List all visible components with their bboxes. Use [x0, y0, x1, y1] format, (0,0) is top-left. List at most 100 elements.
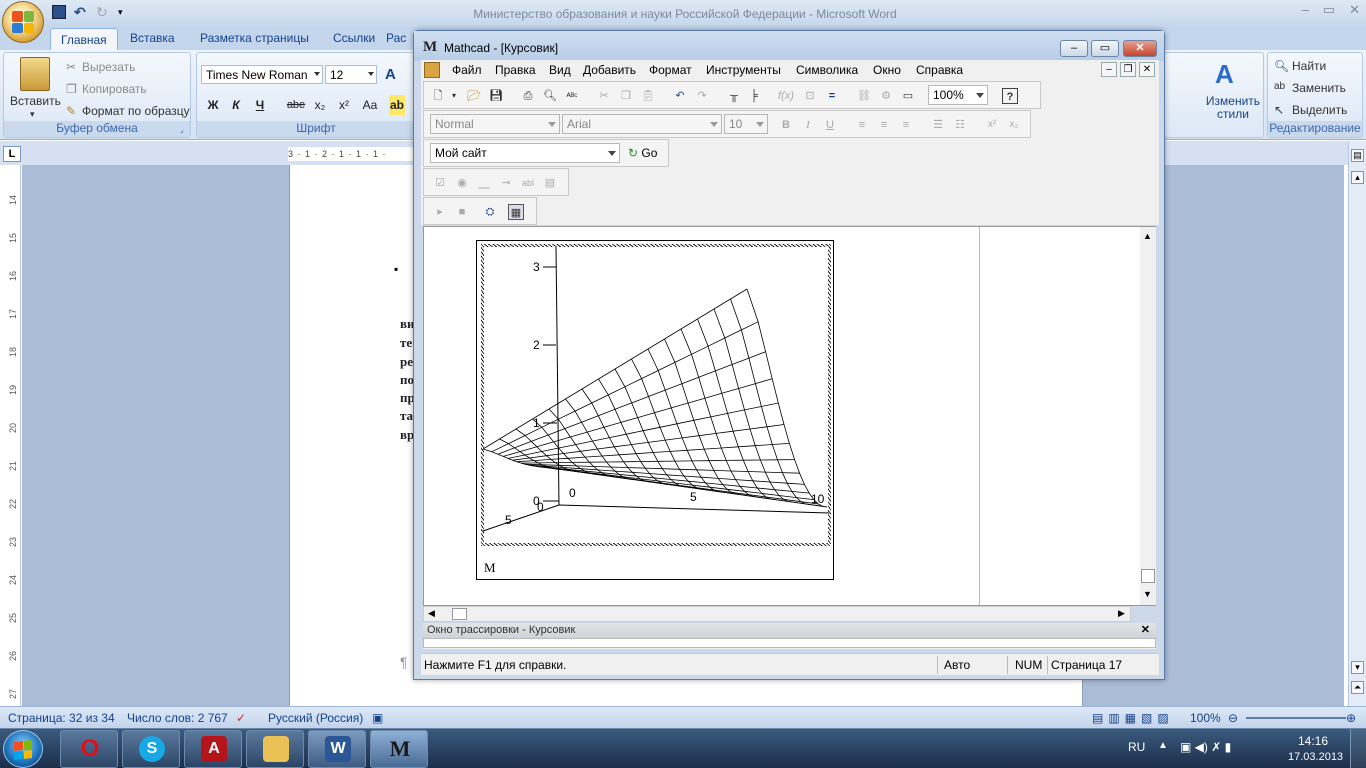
textbox-control-icon[interactable]: abl — [520, 175, 536, 191]
toggle-debug-icon[interactable]: ⛭ — [482, 204, 498, 220]
minimize-button[interactable]: – — [1060, 40, 1088, 57]
grow-font-icon[interactable]: A — [385, 66, 396, 83]
italic-button[interactable]: К — [225, 95, 247, 115]
scroll-right-icon[interactable]: ▶ — [1118, 608, 1125, 619]
superscript-button[interactable]: x² — [333, 95, 355, 115]
maximize-icon[interactable]: ▭ — [1323, 2, 1335, 18]
worksheet-vertical-scrollbar[interactable]: ▲ ▼ — [1140, 227, 1156, 605]
taskbar-explorer[interactable] — [246, 730, 304, 768]
tab-insert[interactable]: Вставка — [130, 31, 175, 45]
align-across-icon[interactable]: ╥ — [726, 88, 742, 104]
zoom-select[interactable]: 100% — [928, 85, 988, 105]
zoom-level[interactable]: 100% — [1190, 711, 1221, 725]
word-count[interactable]: Число слов: 2 767 — [127, 711, 228, 725]
taskbar-skype[interactable]: S — [122, 730, 180, 768]
taskbar-opera[interactable]: O — [60, 730, 118, 768]
zoom-slider[interactable] — [1246, 717, 1346, 719]
menu-window[interactable]: Окно — [873, 63, 901, 77]
open-icon[interactable]: 📂︎ — [466, 88, 482, 104]
save-icon[interactable]: 💾︎ — [488, 88, 504, 104]
button-control-icon[interactable]: ⎽ — [476, 175, 492, 191]
numbering-icon[interactable]: ☷ — [952, 117, 968, 133]
scroll-up-icon[interactable]: ▲ — [1143, 231, 1152, 241]
slider-control-icon[interactable]: ⊸ — [498, 175, 514, 191]
align-right-icon[interactable]: ≡ — [898, 117, 914, 133]
align-down-icon[interactable]: ╞ — [746, 88, 762, 104]
doc-restore-icon[interactable]: ❐ — [1120, 62, 1136, 77]
surface-plot[interactable]: 3 2 1 0 0 5 10 0 5 — [477, 241, 835, 553]
site-select[interactable]: Мой сайт — [430, 143, 620, 163]
horizontal-ruler[interactable]: 3 · 1 · 2 · 1 · 1 · 1 · — [288, 147, 428, 161]
menu-tools[interactable]: Инструменты — [706, 63, 781, 77]
clock-time[interactable]: 14:16 — [1298, 734, 1328, 748]
underline-button[interactable]: Ч — [249, 95, 271, 115]
show-desktop-button[interactable] — [1350, 729, 1366, 768]
menu-insert[interactable]: Добавить — [583, 63, 636, 77]
subscript-button[interactable]: x₂ — [309, 95, 331, 115]
scroll-thumb[interactable] — [1141, 569, 1155, 583]
change-case-button[interactable]: Aa — [357, 95, 383, 115]
office-button[interactable] — [2, 1, 44, 43]
copy-button[interactable]: Копировать — [82, 82, 147, 96]
underline-icon[interactable]: U — [822, 117, 838, 133]
listbox-control-icon[interactable]: ▤ — [542, 175, 558, 191]
help-icon[interactable]: ? — [1002, 88, 1018, 104]
change-styles-button[interactable]: Изменить стили — [1205, 95, 1261, 121]
tab-mailings[interactable]: Рас — [386, 31, 406, 45]
stop-icon[interactable]: ■ — [454, 204, 470, 220]
maximize-button[interactable]: ▭ — [1091, 40, 1119, 57]
font-select[interactable]: Arial — [562, 114, 722, 134]
worksheet-horizontal-scrollbar[interactable]: ◀ ▶ — [423, 606, 1131, 622]
go-button[interactable]: ↻ Go — [628, 146, 657, 160]
language-indicator[interactable]: RU — [1128, 740, 1145, 754]
paste-icon[interactable]: 📋︎ — [640, 88, 656, 104]
italic-icon[interactable]: I — [800, 117, 816, 133]
spell-check-icon[interactable]: ᴬᴮᶜ — [564, 88, 580, 104]
cut-icon[interactable]: ✂ — [596, 88, 612, 104]
paste-dropdown-icon[interactable]: ▾ — [30, 109, 35, 120]
tab-home[interactable]: Главная — [50, 28, 118, 51]
bold-button[interactable]: Ж — [202, 95, 224, 115]
select-button[interactable]: Выделить — [1292, 103, 1347, 117]
cut-button[interactable]: Вырезать — [82, 60, 135, 74]
subscript-icon[interactable]: x₂ — [1006, 117, 1022, 133]
close-button[interactable]: ✕ — [1123, 40, 1157, 57]
format-painter-button[interactable]: Формат по образцу — [82, 104, 190, 118]
mathcad-worksheet[interactable]: ▲ ▼ 3 2 1 0 0 5 10 0 5 M — [423, 226, 1156, 606]
tab-references[interactable]: Ссылки — [333, 31, 375, 45]
scroll-down-icon[interactable]: ▼ — [1143, 589, 1152, 599]
calculate-icon[interactable]: = — [824, 88, 840, 104]
minimize-icon[interactable]: – — [1302, 2, 1309, 18]
document-icon[interactable] — [424, 62, 440, 78]
dialog-launcher-icon[interactable]: ⌟ — [180, 125, 184, 134]
zoom-in-icon[interactable]: ⊕ — [1346, 711, 1356, 725]
menu-view[interactable]: Вид — [549, 63, 571, 77]
previous-page-icon[interactable]: ⏶ — [1351, 681, 1364, 694]
new-icon[interactable]: 🗋︎ — [430, 88, 446, 104]
print-preview-icon[interactable]: 🔍︎ — [542, 88, 558, 104]
taskbar-word[interactable]: W — [308, 730, 366, 768]
highlight-icon[interactable]: ab — [389, 95, 405, 115]
menu-format[interactable]: Формат — [649, 63, 692, 77]
hscroll-thumb[interactable] — [452, 608, 467, 620]
tab-selector-button[interactable]: L — [3, 146, 21, 162]
macro-icon[interactable]: ▣ — [372, 711, 383, 725]
scroll-down-icon[interactable]: ▾ — [1351, 661, 1364, 674]
tab-page-layout[interactable]: Разметка страницы — [200, 31, 309, 45]
menu-file[interactable]: Файл — [452, 63, 482, 77]
vertical-ruler[interactable]: 14 15 16 17 18 19 20 21 22 23 24 25 26 27 — [5, 165, 21, 706]
clock-date[interactable]: 17.03.2013 — [1288, 751, 1343, 763]
bullets-icon[interactable]: ☰ — [930, 117, 946, 133]
strikethrough-button[interactable]: abe — [283, 95, 309, 115]
taskbar-acrobat[interactable]: A — [184, 730, 242, 768]
replace-button[interactable]: Заменить — [1292, 81, 1346, 95]
redo-icon[interactable]: ↷ — [694, 88, 710, 104]
zoom-out-icon[interactable]: ⊖ — [1228, 711, 1238, 725]
resource-center-icon[interactable]: ▭ — [900, 88, 916, 104]
bold-icon[interactable]: B — [778, 117, 794, 133]
find-button[interactable]: Найти — [1292, 59, 1326, 73]
proofing-icon[interactable]: ✓ — [236, 711, 246, 725]
undo-icon[interactable]: ↶ — [672, 88, 688, 104]
align-center-icon[interactable]: ≡ — [876, 117, 892, 133]
checkbox-control-icon[interactable]: ☑ — [432, 175, 448, 191]
